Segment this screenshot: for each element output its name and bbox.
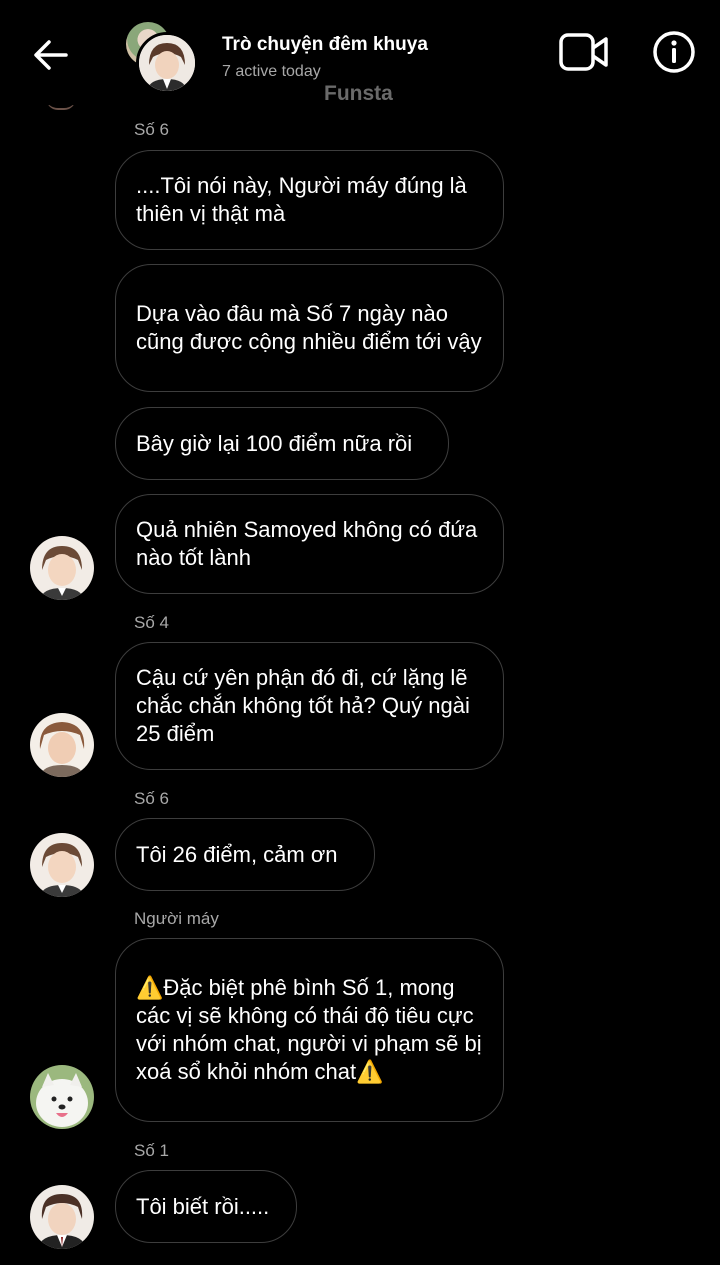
sender-avatar[interactable] — [30, 833, 94, 897]
sender-name: Số 1 — [134, 1141, 169, 1160]
group-avatar[interactable] — [124, 22, 198, 94]
video-call-icon[interactable] — [558, 30, 610, 74]
message-bubble[interactable]: Bây giờ lại 100 điểm nữa rồi — [115, 407, 449, 480]
funsta-watermark: Funsta — [324, 82, 393, 105]
message-bubble[interactable]: Tôi 26 điểm, cảm ơn — [115, 818, 375, 891]
message-bubble[interactable]: Quả nhiên Samoyed không có đứa nào tốt l… — [115, 494, 504, 594]
sender-name: Người máy — [134, 909, 219, 928]
sender-name: Số 6 — [134, 120, 169, 139]
group-avatar-front — [136, 32, 198, 94]
sender-avatar[interactable] — [30, 1185, 94, 1249]
info-icon[interactable] — [652, 30, 696, 74]
message-bubble[interactable]: Tôi biết rồi..... — [115, 1170, 297, 1243]
active-status: 7 active today — [222, 63, 321, 80]
message-bubble[interactable]: ⚠️Đặc biệt phê bình Số 1, mong các vị sẽ… — [115, 938, 504, 1122]
sender-avatar[interactable] — [30, 536, 94, 600]
message-bubble[interactable]: Cậu cứ yên phận đó đi, cứ lặng lẽ chắc c… — [115, 642, 504, 770]
sender-avatar[interactable] — [30, 713, 94, 777]
message-bubble[interactable]: Dựa vào đâu mà Số 7 ngày nào cũng được c… — [115, 264, 504, 392]
back-arrow-icon[interactable] — [30, 34, 72, 76]
sender-avatar[interactable] — [30, 1065, 94, 1129]
chat-title[interactable]: Trò chuyện đêm khuya — [222, 34, 428, 56]
message-bubble[interactable]: ....Tôi nói này, Người máy đúng là thiên… — [115, 150, 504, 250]
sender-name: Số 6 — [134, 789, 169, 808]
next-sender-partial — [134, 1256, 254, 1265]
sender-name: Số 4 — [134, 613, 169, 632]
